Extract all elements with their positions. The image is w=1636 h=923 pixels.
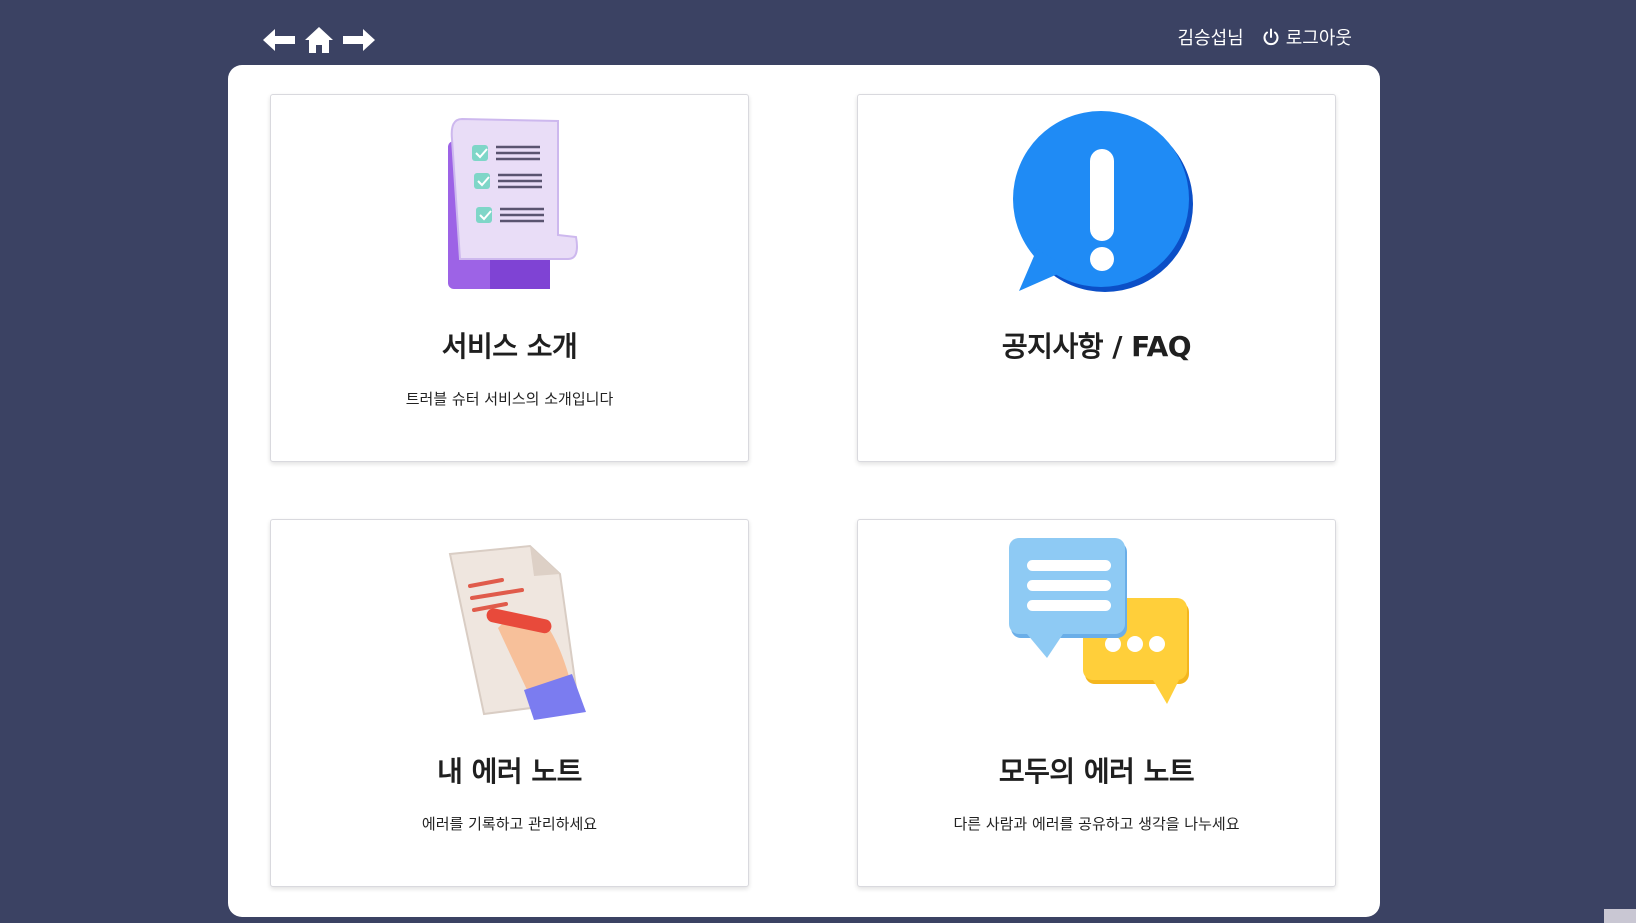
top-bar: 김승섭님 로그아웃 <box>0 0 1636 64</box>
arrow-right-icon <box>343 29 375 51</box>
back-button[interactable] <box>262 25 296 55</box>
hand-writing-note-icon <box>448 544 586 720</box>
power-icon <box>1263 28 1279 46</box>
card-title: 서비스 소개 <box>441 330 578 363</box>
chat-bubbles-icon <box>1008 538 1189 704</box>
card-shared-error-note[interactable]: 모두의 에러 노트 다른 사람과 에러를 공유하고 생각을 나누세요 <box>857 519 1336 887</box>
card-title: 내 에러 노트 <box>437 755 582 788</box>
arrow-left-icon <box>263 29 295 51</box>
home-button[interactable] <box>302 25 336 55</box>
home-icon <box>305 27 333 53</box>
logout-button[interactable]: 로그아웃 <box>1262 24 1352 50</box>
card-description: 다른 사람과 에러를 공유하고 생각을 나누세요 <box>953 815 1240 833</box>
user-name: 김승섭님 <box>1177 28 1244 49</box>
nav-buttons <box>262 25 376 55</box>
checklist-document-icon <box>447 117 578 289</box>
card-description: 에러를 기록하고 관리하세요 <box>421 815 598 833</box>
card-service-intro[interactable]: 서비스 소개 트러블 슈터 서비스의 소개입니다 <box>270 94 749 462</box>
logout-label: 로그아웃 <box>1285 28 1352 49</box>
forward-button[interactable] <box>342 25 376 55</box>
corner-tab[interactable] <box>1604 909 1636 923</box>
exclamation-speech-bubble-icon <box>1012 111 1193 292</box>
card-description: 트러블 슈터 서비스의 소개입니다 <box>405 390 614 408</box>
user-area: 김승섭님 로그아웃 <box>1178 24 1353 50</box>
main-panel: 서비스 소개 트러블 슈터 서비스의 소개입니다 공지사항 / FAQ 내 에러… <box>228 65 1380 917</box>
card-title: 공지사항 / FAQ <box>1001 330 1192 363</box>
card-my-error-note[interactable]: 내 에러 노트 에러를 기록하고 관리하세요 <box>270 519 749 887</box>
card-title: 모두의 에러 노트 <box>998 755 1195 788</box>
card-notice-faq[interactable]: 공지사항 / FAQ <box>857 94 1336 462</box>
